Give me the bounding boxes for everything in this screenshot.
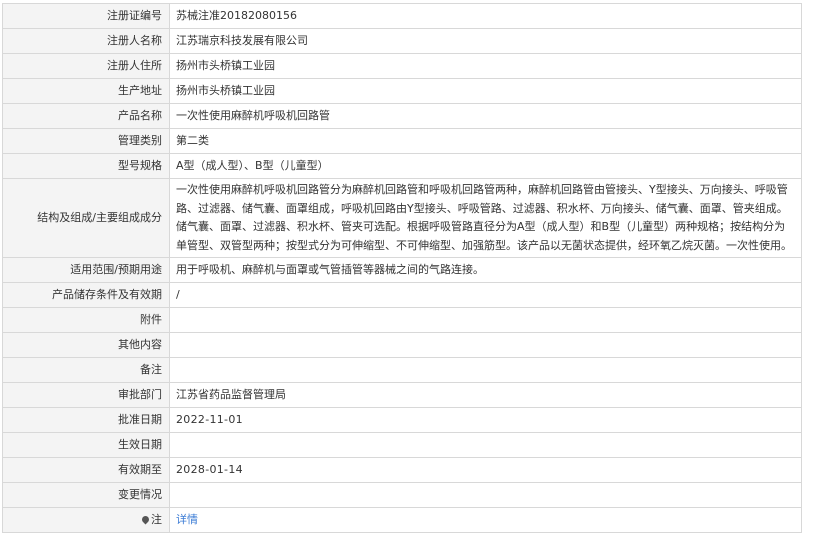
row-value [169, 432, 802, 458]
row-label: 备注 [2, 357, 170, 383]
row-label: 管理类别 [2, 128, 170, 154]
table-row: 管理类别 第二类 [2, 128, 802, 154]
row-value [169, 357, 802, 383]
row-value [169, 332, 802, 358]
note-label: 注 [151, 513, 162, 526]
row-value: 一次性使用麻醉机呼吸机回路管分为麻醉机回路管和呼吸机回路管两种，麻醉机回路管由管… [169, 178, 802, 258]
row-value: 江苏省药品监督管理局 [169, 382, 802, 408]
row-value: 扬州市头桥镇工业园 [169, 53, 802, 79]
row-value [169, 307, 802, 333]
row-label: 批准日期 [2, 407, 170, 433]
row-label: 适用范围/预期用途 [2, 257, 170, 283]
row-label: 注册人名称 [2, 28, 170, 54]
row-value: 2028-01-14 [169, 457, 802, 483]
row-value [169, 482, 802, 508]
row-label: 注册人住所 [2, 53, 170, 79]
table-row: 批准日期 2022-11-01 [2, 407, 802, 433]
row-value: 江苏瑞京科技发展有限公司 [169, 28, 802, 54]
table-row: 附件 [2, 307, 802, 333]
table-row: 其他内容 [2, 332, 802, 358]
row-value: 2022-11-01 [169, 407, 802, 433]
table-row: 产品储存条件及有效期 / [2, 282, 802, 308]
row-label: 生效日期 [2, 432, 170, 458]
table-row: 审批部门 江苏省药品监督管理局 [2, 382, 802, 408]
row-label: 型号规格 [2, 153, 170, 179]
row-value: 用于呼吸机、麻醉机与面罩或气管插管等器械之间的气路连接。 [169, 257, 802, 283]
table-row: 产品名称 一次性使用麻醉机呼吸机回路管 [2, 103, 802, 129]
registration-detail-table: 注册证编号 苏械注准20182080156 注册人名称 江苏瑞京科技发展有限公司… [2, 3, 802, 533]
row-label: 产品储存条件及有效期 [2, 282, 170, 308]
table-row: 有效期至 2028-01-14 [2, 457, 802, 483]
row-label: 附件 [2, 307, 170, 333]
row-value: 一次性使用麻醉机呼吸机回路管 [169, 103, 802, 129]
table-row: 备注 [2, 357, 802, 383]
row-label: 有效期至 [2, 457, 170, 483]
row-value: 苏械注准20182080156 [169, 3, 802, 29]
table-row: 型号规格 A型（成人型）、B型（儿童型） [2, 153, 802, 179]
table-row: 生效日期 [2, 432, 802, 458]
note-row: 注 详情 [2, 507, 802, 533]
row-label: 审批部门 [2, 382, 170, 408]
row-value: / [169, 282, 802, 308]
row-value: A型（成人型）、B型（儿童型） [169, 153, 802, 179]
table-row: 变更情况 [2, 482, 802, 508]
table-row: 结构及组成/主要组成成分 一次性使用麻醉机呼吸机回路管分为麻醉机回路管和呼吸机回… [2, 178, 802, 258]
row-value: 扬州市头桥镇工业园 [169, 78, 802, 104]
table-row: 注册人名称 江苏瑞京科技发展有限公司 [2, 28, 802, 54]
table-row: 注册人住所 扬州市头桥镇工业园 [2, 53, 802, 79]
row-value: 第二类 [169, 128, 802, 154]
row-label: 结构及组成/主要组成成分 [2, 178, 170, 258]
row-label: 其他内容 [2, 332, 170, 358]
row-label: 变更情况 [2, 482, 170, 508]
pin-icon [140, 514, 151, 524]
note-label-cell: 注 [2, 507, 170, 533]
row-label: 产品名称 [2, 103, 170, 129]
table-row: 生产地址 扬州市头桥镇工业园 [2, 78, 802, 104]
row-label: 生产地址 [2, 78, 170, 104]
details-link[interactable]: 详情 [176, 513, 198, 526]
row-label: 注册证编号 [2, 3, 170, 29]
note-value-cell: 详情 [169, 507, 802, 533]
table-row: 适用范围/预期用途 用于呼吸机、麻醉机与面罩或气管插管等器械之间的气路连接。 [2, 257, 802, 283]
table-row: 注册证编号 苏械注准20182080156 [2, 3, 802, 29]
